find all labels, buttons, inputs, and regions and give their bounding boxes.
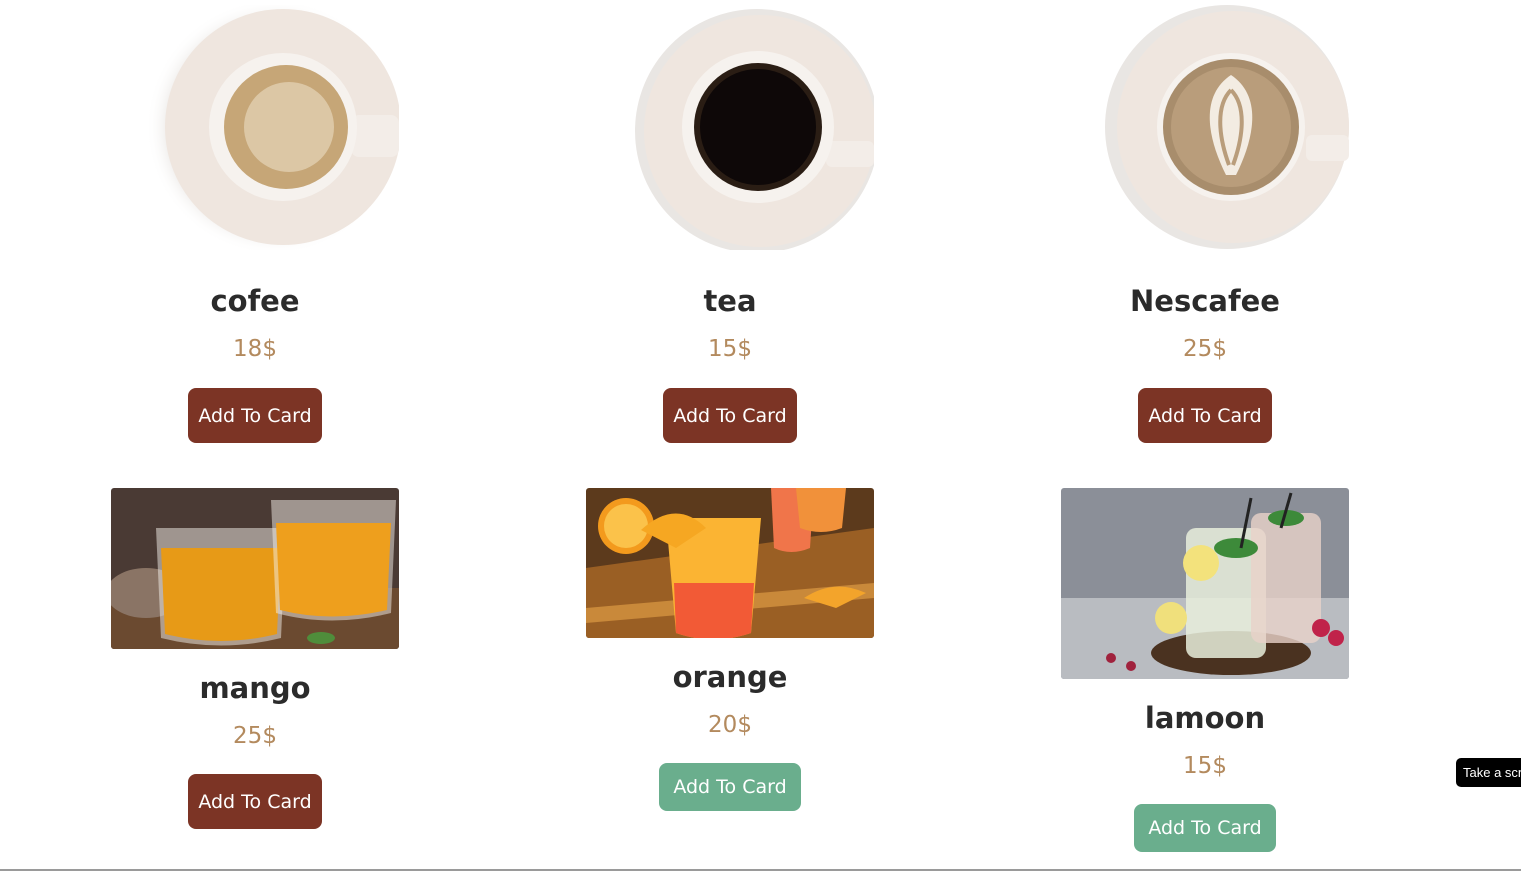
mango-juice-glasses-image: [111, 488, 399, 649]
lemonade-jars-image: [1061, 488, 1349, 679]
product-card-lamoon: lamoon 15$ Add To Card: [1061, 488, 1349, 858]
add-to-card-button[interactable]: Add To Card: [1138, 388, 1272, 443]
product-price: 15$: [708, 336, 752, 362]
add-to-card-button[interactable]: Add To Card: [1134, 804, 1276, 852]
add-to-card-button[interactable]: Add To Card: [188, 388, 322, 443]
product-name: tea: [703, 284, 757, 318]
product-card-tea: tea 15$ Add To Card: [586, 0, 874, 460]
product-card-mango: mango 25$ Add To Card: [111, 488, 399, 848]
product-name: mango: [199, 671, 311, 705]
black-coffee-cup-image: [586, 5, 874, 250]
product-card-cofee: cofee 18$ Add To Card: [111, 0, 399, 460]
product-price: 20$: [708, 712, 752, 738]
orange-cocktail-image: [586, 488, 874, 638]
product-name: cofee: [210, 284, 300, 318]
add-to-card-button[interactable]: Add To Card: [188, 774, 322, 829]
product-price: 15$: [1183, 753, 1227, 779]
product-name: orange: [672, 660, 788, 694]
coffee-cup-image: [111, 5, 399, 250]
product-price: 25$: [233, 723, 277, 749]
product-card-nescafee: Nescafee 25$ Add To Card: [1061, 0, 1349, 460]
product-price: 25$: [1183, 336, 1227, 362]
product-price: 18$: [233, 336, 277, 362]
product-name: lamoon: [1144, 701, 1266, 735]
product-name: Nescafee: [1130, 284, 1280, 318]
screenshot-tooltip: Take a screenshot: [1456, 758, 1521, 787]
product-card-orange: orange 20$ Add To Card: [586, 488, 874, 848]
latte-art-cup-image: [1061, 5, 1349, 250]
add-to-card-button[interactable]: Add To Card: [663, 388, 797, 443]
add-to-card-button[interactable]: Add To Card: [659, 763, 801, 811]
